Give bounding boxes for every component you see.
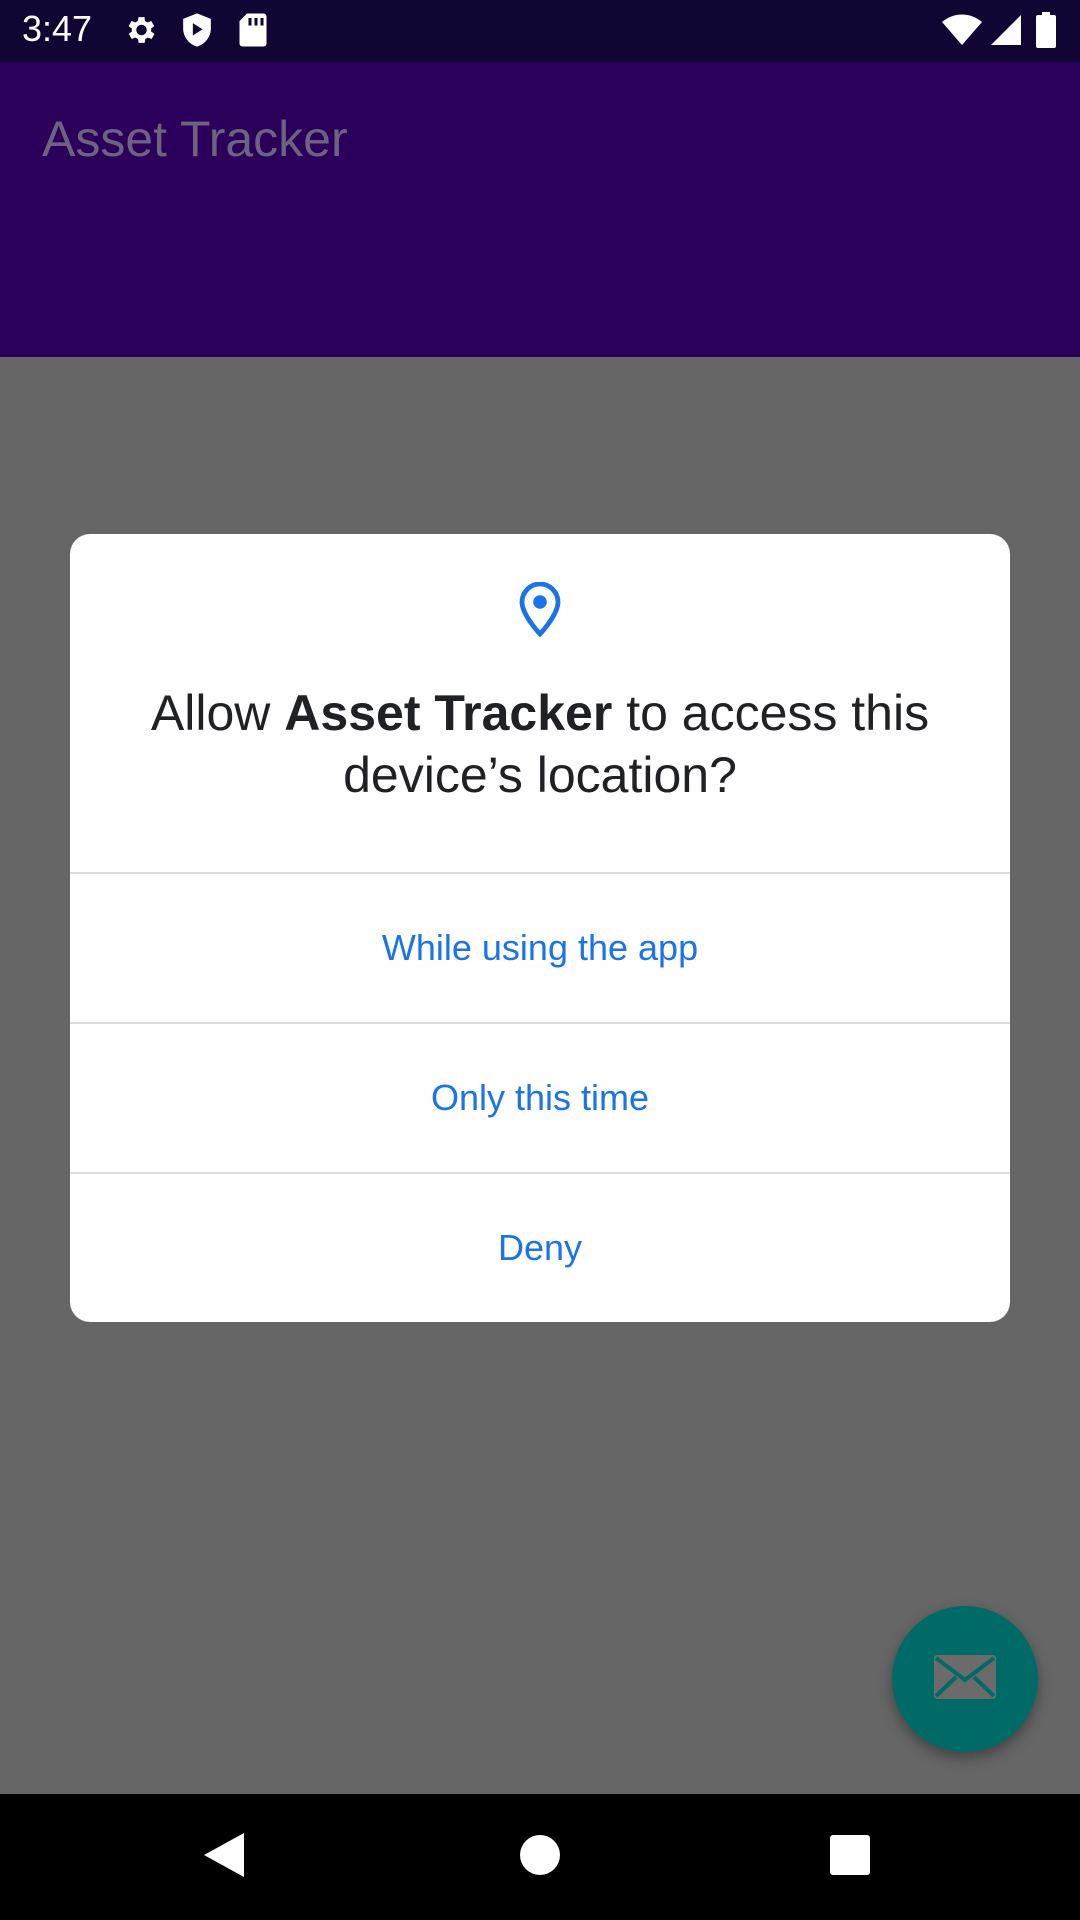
recents-icon xyxy=(830,1834,870,1880)
recents-button[interactable] xyxy=(790,1794,910,1920)
while-using-app-button[interactable]: While using the app xyxy=(70,874,1010,1022)
shield-play-icon xyxy=(180,12,214,53)
permission-dialog: Allow Asset Tracker to access this devic… xyxy=(70,534,1010,1322)
dialog-title-app-name: Asset Tracker xyxy=(284,685,613,741)
status-bar: 3:47 xyxy=(0,0,1080,62)
home-icon xyxy=(519,1834,561,1881)
sd-card-icon xyxy=(238,12,268,53)
mail-icon xyxy=(933,1654,997,1705)
wifi-icon xyxy=(942,14,982,51)
only-this-time-button[interactable]: Only this time xyxy=(70,1024,1010,1172)
back-icon xyxy=(202,1831,246,1884)
status-time: 3:47 xyxy=(22,8,93,49)
back-button[interactable] xyxy=(164,1794,284,1920)
deny-button[interactable]: Deny xyxy=(70,1174,1010,1322)
location-pin-icon xyxy=(516,581,564,643)
navigation-bar xyxy=(0,1794,1080,1920)
fab-mail-button[interactable] xyxy=(892,1606,1038,1752)
battery-icon xyxy=(1036,12,1056,53)
app-bar: Asset Tracker xyxy=(0,62,1080,357)
home-button[interactable] xyxy=(480,1794,600,1920)
dialog-title: Allow Asset Tracker to access this devic… xyxy=(110,682,970,806)
signal-icon xyxy=(990,14,1022,51)
dialog-title-prefix: Allow xyxy=(150,685,285,741)
app-title: Asset Tracker xyxy=(42,111,348,167)
gear-icon xyxy=(122,12,158,53)
